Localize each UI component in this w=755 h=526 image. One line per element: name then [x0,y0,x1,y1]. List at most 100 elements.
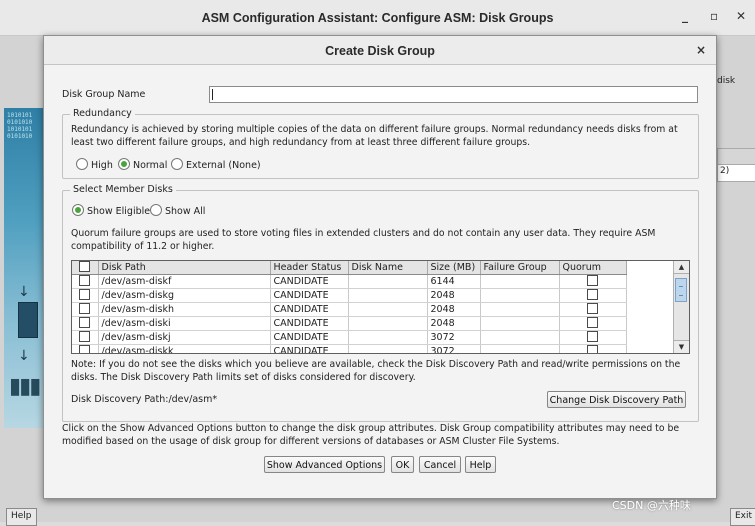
disk-name-cell[interactable] [348,288,428,303]
quorum-note: Quorum failure groups are used to store … [71,228,656,252]
radio-external-icon[interactable] [171,158,183,170]
size-cell: 2048 [427,302,481,317]
row-select-checkbox[interactable] [79,317,91,328]
minimize-icon[interactable]: _ [682,9,688,23]
quorum-checkbox[interactable] [587,345,598,353]
close-icon[interactable]: × [696,43,706,57]
dialog-title-bar: Create Disk Group × [44,36,716,65]
scroll-down-icon[interactable]: ▼ [674,340,689,353]
row-select-cell[interactable] [72,316,99,331]
row-select-cell[interactable] [72,330,99,345]
disk-name-cell[interactable] [348,302,428,317]
header-status-cell: CANDIDATE [270,316,349,331]
discovery-note: Note: If you do not see the disks which … [71,359,681,383]
disk-path-cell: /dev/asm-diskg [98,288,271,303]
disk-name-cell[interactable] [348,330,428,345]
show-eligible-option[interactable]: Show Eligible [72,204,150,217]
col-disk-name[interactable]: Disk Name [348,261,428,275]
help-button[interactable]: Help [465,456,496,473]
ok-button[interactable]: OK [391,456,414,473]
table-row[interactable]: /dev/asm-diskg CANDIDATE 2048 [72,288,627,303]
quorum-cell[interactable] [559,274,627,289]
quorum-checkbox[interactable] [587,275,598,286]
disk-group-name-label: Disk Group Name [62,89,146,100]
row-select-checkbox[interactable] [79,331,91,342]
table-row[interactable]: /dev/asm-diskk CANDIDATE 3072 [72,344,627,353]
show-advanced-options-button[interactable]: Show Advanced Options [264,456,385,473]
parent-help-button[interactable]: Help [6,508,37,526]
failure-group-cell[interactable] [480,302,560,317]
quorum-checkbox[interactable] [587,303,598,314]
show-all-option[interactable]: Show All [150,204,205,217]
table-row[interactable]: /dev/asm-diskj CANDIDATE 3072 [72,330,627,345]
table-scrollbar[interactable]: ▲ ▼ [673,261,689,353]
redundancy-normal-option[interactable]: Normal [118,158,167,171]
col-header-status[interactable]: Header Status [270,261,349,275]
row-select-checkbox[interactable] [79,289,91,300]
header-status-cell: CANDIDATE [270,302,349,317]
failure-group-cell[interactable] [480,344,560,353]
row-select-cell[interactable] [72,302,99,317]
table-row[interactable]: /dev/asm-diskh CANDIDATE 2048 [72,302,627,317]
disk-name-cell[interactable] [348,316,428,331]
failure-group-cell[interactable] [480,330,560,345]
failure-group-cell[interactable] [480,316,560,331]
row-select-checkbox[interactable] [79,345,91,353]
disk-name-cell[interactable] [348,274,428,289]
change-discovery-path-button[interactable]: Change Disk Discovery Path [547,391,686,408]
table-header-row: Disk Path Header Status Disk Name Size (… [72,261,627,275]
quorum-checkbox[interactable] [587,317,598,328]
select-all-checkbox-header[interactable] [72,261,99,275]
quorum-cell[interactable] [559,316,627,331]
parent-exit-button[interactable]: Exit [730,508,755,526]
radio-high-icon[interactable] [76,158,88,170]
col-disk-path[interactable]: Disk Path [98,261,271,275]
radio-normal-label: Normal [133,160,168,171]
close-window-icon[interactable]: ✕ [736,9,746,23]
scroll-thumb[interactable] [675,278,687,302]
table-row[interactable]: /dev/asm-diski CANDIDATE 2048 [72,316,627,331]
radio-normal-icon[interactable] [118,158,130,170]
dialog-title: Create Disk Group [325,44,435,58]
quorum-cell[interactable] [559,330,627,345]
parent-title-bar: ASM Configuration Assistant: Configure A… [0,0,755,36]
text-caret [212,89,213,100]
disk-path-cell: /dev/asm-diski [98,316,271,331]
row-select-cell[interactable] [72,344,99,353]
table-row[interactable]: /dev/asm-diskf CANDIDATE 6144 [72,274,627,289]
show-eligible-label: Show Eligible [87,206,151,217]
quorum-cell[interactable] [559,288,627,303]
radio-show-eligible-icon[interactable] [72,204,84,216]
quorum-checkbox[interactable] [587,331,598,342]
col-quorum[interactable]: Quorum [559,261,627,275]
member-disks-legend: Select Member Disks [70,184,176,195]
failure-group-cell[interactable] [480,274,560,289]
redundancy-high-option[interactable]: High [76,158,113,171]
size-cell: 2048 [427,288,481,303]
header-status-cell: CANDIDATE [270,330,349,345]
create-disk-group-dialog: Create Disk Group × Disk Group Name Redu… [43,35,717,499]
advanced-options-note: Click on the Show Advanced Options butto… [62,423,680,447]
redundancy-external-option[interactable]: External (None) [171,158,261,171]
row-select-checkbox[interactable] [79,275,91,286]
col-failure-group[interactable]: Failure Group [480,261,560,275]
disk-group-name-input[interactable] [209,86,698,103]
maximize-icon[interactable]: ▫ [710,9,718,23]
row-select-cell[interactable] [72,288,99,303]
row-select-cell[interactable] [72,274,99,289]
disks-table: Disk Path Header Status Disk Name Size (… [71,260,690,354]
cancel-button[interactable]: Cancel [419,456,461,473]
quorum-cell[interactable] [559,302,627,317]
quorum-checkbox[interactable] [587,289,598,300]
disks-table-grid: Disk Path Header Status Disk Name Size (… [72,261,627,353]
select-all-checkbox[interactable] [79,261,91,272]
scroll-up-icon[interactable]: ▲ [674,261,689,274]
header-status-cell: CANDIDATE [270,344,349,353]
row-select-checkbox[interactable] [79,303,91,314]
disk-path-cell: /dev/asm-diskk [98,344,271,353]
failure-group-cell[interactable] [480,288,560,303]
disk-name-cell[interactable] [348,344,428,353]
radio-show-all-icon[interactable] [150,204,162,216]
quorum-cell[interactable] [559,344,627,353]
col-size[interactable]: Size (MB) [427,261,481,275]
